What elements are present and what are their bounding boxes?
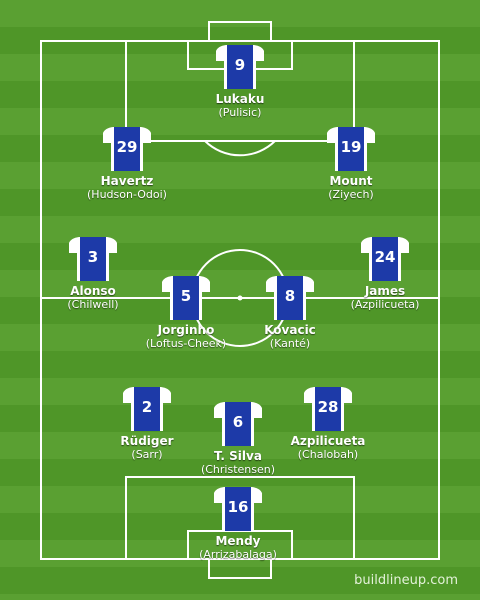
shirt-number: 29: [116, 138, 138, 156]
shirt-number: 6: [232, 413, 244, 431]
top-goal: [208, 21, 272, 42]
player-lukaku: 9 Lukaku (Pulisic): [170, 45, 310, 120]
player-name: Azpilicueta: [290, 434, 366, 448]
player-name: Mendy: [215, 534, 261, 548]
substitute-name: (Hudson-Odoi): [87, 188, 167, 201]
player-mount: 19 Mount (Ziyech): [281, 127, 421, 202]
player-mendy: 16 Mendy (Arrizabalaga): [168, 487, 308, 562]
watermark-text: buildlineup.com: [354, 573, 458, 588]
shirt-icon: 3: [67, 237, 119, 281]
shirt-icon: 8: [264, 276, 316, 320]
shirt-number: 8: [284, 287, 296, 305]
football-pitch: 9 Lukaku (Pulisic) 29 Havertz (Hudson-Od…: [0, 0, 480, 600]
shirt-number: 9: [234, 56, 246, 74]
shirt-icon: 24: [359, 237, 411, 281]
substitute-name: (Arrizabalaga): [199, 548, 277, 561]
top-penalty-arc: [204, 140, 276, 157]
substitute-name: (Kanté): [269, 337, 311, 350]
shirt-icon: 5: [160, 276, 212, 320]
shirt-number: 28: [317, 398, 339, 416]
shirt-icon: 9: [214, 45, 266, 89]
player-kovacic: 8 Kovacic (Kanté): [220, 276, 360, 351]
player-name: Havertz: [100, 174, 154, 188]
shirt-number: 3: [87, 248, 99, 266]
substitute-name: (Christensen): [200, 463, 276, 476]
shirt-icon: 19: [325, 127, 377, 171]
substitute-name: (Chalobah): [297, 448, 359, 461]
shirt-number: 24: [374, 248, 396, 266]
shirt-icon: 29: [101, 127, 153, 171]
player-name: Lukaku: [215, 92, 265, 106]
shirt-number: 16: [227, 498, 249, 516]
player-name: Mount: [329, 174, 373, 188]
player-havertz: 29 Havertz (Hudson-Odoi): [57, 127, 197, 202]
shirt-icon: 6: [212, 402, 264, 446]
substitute-name: (Pulisic): [218, 106, 262, 119]
shirt-number: 19: [340, 138, 362, 156]
player-name: Kovacic: [264, 323, 316, 337]
shirt-number: 5: [180, 287, 192, 305]
shirt-icon: 16: [212, 487, 264, 531]
shirt-icon: 2: [121, 387, 173, 431]
shirt-icon: 28: [302, 387, 354, 431]
shirt-number: 2: [141, 398, 153, 416]
player-azpilicueta: 28 Azpilicueta (Chalobah): [258, 387, 398, 462]
substitute-name: (Ziyech): [328, 188, 374, 201]
